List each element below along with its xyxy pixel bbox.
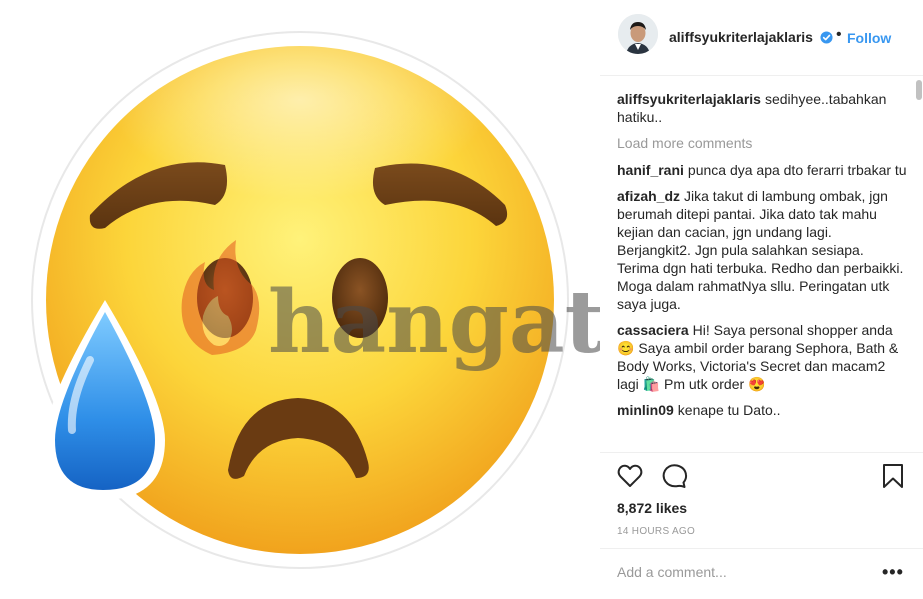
comment-username[interactable]: cassaciera	[617, 322, 689, 338]
add-comment-bar: •••	[600, 548, 923, 599]
separator-dot: •	[836, 26, 842, 43]
post-image[interactable]: hangat.com	[0, 0, 600, 599]
verified-badge-icon	[820, 31, 833, 44]
comment-text: kenape tu Dato..	[677, 402, 781, 418]
scrollbar-track[interactable]	[915, 76, 923, 452]
comment-text: Jika takut di lambung ombak, jgn berumah…	[617, 188, 904, 312]
more-options-button[interactable]: •••	[882, 562, 904, 583]
watermark-text: hangat.com	[268, 272, 600, 373]
comment-username[interactable]: minlin09	[617, 402, 674, 418]
post-header: aliffsyukriterlajaklaris • Follow	[600, 0, 923, 76]
avatar[interactable]	[618, 14, 658, 54]
comment-username[interactable]: afizah_dz	[617, 188, 680, 204]
post-sidebar: aliffsyukriterlajaklaris • Follow aliffs…	[600, 0, 923, 599]
comments-list[interactable]: aliffsyukriterlajaklaris sedihyee..tabahk…	[617, 90, 907, 448]
list-item: hanif_rani punca dya apa dto ferarri trba…	[617, 161, 907, 179]
list-item: cassaciera Hi! Saya personal shopper anda…	[617, 321, 907, 393]
add-comment-input[interactable]	[617, 562, 867, 582]
load-more-comments-button[interactable]: Load more comments	[617, 134, 907, 152]
heart-icon[interactable]	[617, 464, 643, 488]
list-item: afizah_dz Jika takut di lambung ombak, jg…	[617, 187, 907, 313]
post-timestamp[interactable]: 14 HOURS AGO	[617, 526, 695, 537]
likes-count[interactable]: 8,872 likes	[617, 500, 687, 516]
crying-face-emoji-image: hangat.com	[31, 31, 600, 569]
header-username[interactable]: aliffsyukriterlajaklaris	[669, 29, 813, 45]
comment-text: punca dya apa dto ferarri trbakar tu	[687, 162, 907, 178]
caption: aliffsyukriterlajaklaris sedihyee..tabahk…	[617, 90, 907, 126]
comment-username[interactable]: hanif_rani	[617, 162, 684, 178]
list-item: minlin09 kenape tu Dato..	[617, 401, 907, 419]
comment-bubble-icon[interactable]	[662, 463, 688, 489]
caption-username[interactable]: aliffsyukriterlajaklaris	[617, 91, 761, 107]
scrollbar-thumb[interactable]	[916, 80, 922, 100]
bookmark-icon[interactable]	[882, 463, 904, 489]
follow-button[interactable]: Follow	[847, 30, 891, 46]
